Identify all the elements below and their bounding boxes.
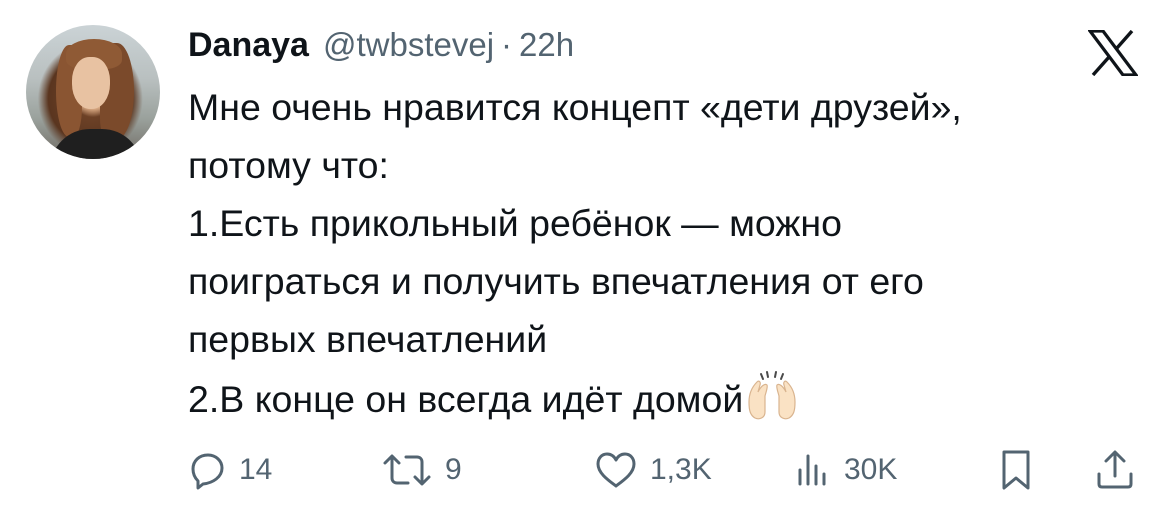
share-icon bbox=[1097, 450, 1133, 489]
separator-dot: · bbox=[501, 26, 513, 63]
reply-count: 14 bbox=[239, 453, 273, 486]
repost-button[interactable]: 9 bbox=[381, 440, 462, 500]
views-button[interactable]: 30K bbox=[792, 440, 897, 500]
author-name[interactable]: Danaya bbox=[188, 26, 309, 65]
bookmark-icon bbox=[1002, 450, 1030, 490]
x-logo-icon bbox=[1088, 30, 1138, 76]
like-count: 1,3K bbox=[650, 453, 712, 486]
tweet-header: Danaya @twbstevej · 22h bbox=[188, 26, 574, 70]
tweet-text-line: 1.Есть прикольный ребёнок — можно bbox=[188, 202, 842, 244]
like-button[interactable]: 1,3K bbox=[594, 440, 712, 500]
bookmark-button[interactable] bbox=[996, 440, 1036, 500]
avatar[interactable] bbox=[26, 25, 160, 159]
tweet-text-line: Мне очень нравится концепт «дети друзей»… bbox=[188, 86, 962, 128]
views-icon bbox=[798, 454, 826, 486]
action-bar: 14 9 1,3K 30K bbox=[0, 440, 1170, 500]
tweet-text-line: 2.В конце он всегда идёт домой bbox=[188, 378, 744, 420]
reply-button[interactable]: 14 bbox=[187, 440, 272, 500]
tweet-text: Мне очень нравится концепт «дети друзей»… bbox=[188, 78, 1148, 428]
tweet-card: Danaya @twbstevej · 22h Мне очень нравит… bbox=[0, 0, 1170, 522]
tweet-text-line: поиграться и получить впечатления от его bbox=[188, 260, 924, 302]
share-button[interactable] bbox=[1093, 440, 1137, 500]
heart-icon bbox=[596, 452, 636, 488]
raising-hands-icon bbox=[748, 371, 796, 420]
repost-count: 9 bbox=[445, 453, 462, 486]
timestamp[interactable]: 22h bbox=[519, 26, 574, 64]
tweet-text-line: потому что: bbox=[188, 144, 389, 186]
reply-icon bbox=[191, 453, 224, 490]
tweet-text-line: первых впечатлений bbox=[188, 318, 548, 360]
tweet-text-line-last: 2.В конце он всегда идёт домой bbox=[188, 368, 1148, 428]
author-handle[interactable]: @twbstevej bbox=[323, 26, 494, 64]
repost-icon bbox=[383, 454, 431, 486]
views-count: 30K bbox=[844, 453, 898, 486]
